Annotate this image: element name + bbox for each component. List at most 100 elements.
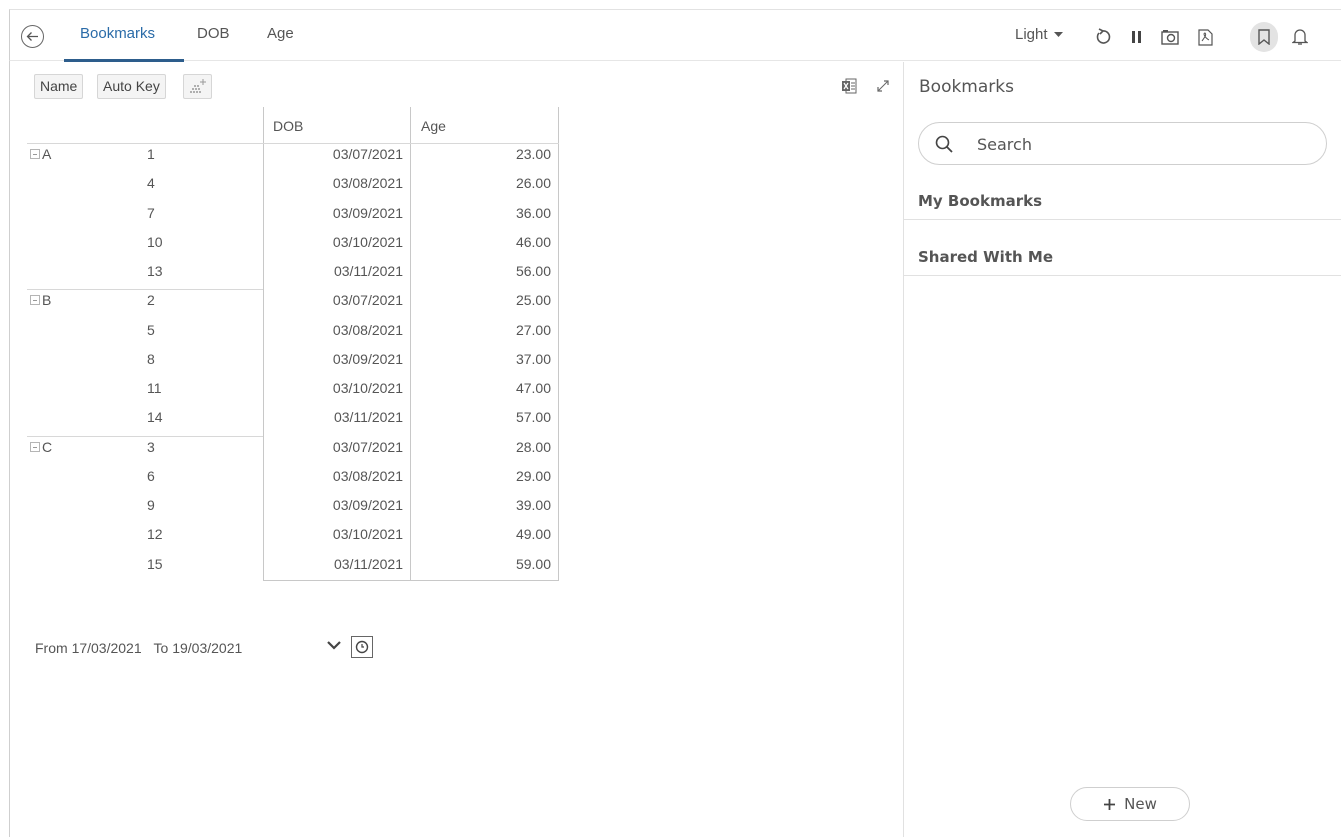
from-label: From (35, 640, 68, 656)
left-frame-border (9, 61, 10, 837)
pause-icon (1132, 31, 1141, 43)
snapshot-icon (1161, 30, 1179, 45)
dob-cell: 03/08/2021 (332, 467, 403, 484)
to-date[interactable]: 19/03/2021 (172, 640, 242, 656)
group-label: C (42, 438, 53, 455)
section-my-bookmarks[interactable]: My Bookmarks (904, 180, 1341, 220)
row-key-cell: 14 (147, 409, 163, 426)
bookmarks-button[interactable] (1251, 24, 1277, 50)
row-key-cell: 13 (147, 263, 163, 279)
age-cell: 36.00 (515, 204, 551, 221)
group-divider (27, 435, 263, 437)
dob-cell: 03/09/2021 (332, 204, 403, 221)
pause-button[interactable] (1124, 24, 1150, 50)
chevron-down-icon (327, 641, 341, 650)
age-cell: 26.00 (515, 175, 551, 192)
name-chip[interactable]: Name (34, 74, 84, 99)
theme-label: Light (1015, 26, 1048, 43)
section-shared-with-me[interactable]: Shared With Me (904, 236, 1341, 276)
age-cell: 47.00 (515, 380, 551, 396)
from-date[interactable]: 17/03/2021 (72, 640, 142, 656)
back-button[interactable] (21, 25, 44, 48)
dob-cell: 03/09/2021 (332, 350, 403, 367)
age-cell: 37.00 (515, 350, 551, 367)
age-cell: 28.00 (515, 438, 551, 455)
section-label: My Bookmarks (918, 192, 1042, 210)
row-key-cell: 6 (147, 467, 155, 484)
expand-icon (877, 80, 889, 92)
plus-icon (1104, 798, 1116, 810)
to-label: To (153, 640, 169, 656)
dob-cell: 03/11/2021 (333, 263, 403, 279)
scatter-sparkle-icon (190, 79, 206, 93)
group-header[interactable]: A (30, 146, 51, 162)
age-cell: 59.00 (515, 555, 551, 572)
table-frame (263, 107, 559, 581)
refresh-button[interactable] (1090, 24, 1116, 50)
date-range-dropdown[interactable] (326, 638, 342, 655)
theme-dropdown[interactable]: Light (1015, 26, 1063, 43)
group-divider (27, 289, 263, 291)
date-range: From 17/03/2021 To 19/03/2021 (35, 640, 242, 656)
row-key-cell: 3 (147, 438, 155, 455)
row-key-cell: 4 (147, 175, 155, 192)
time-picker-button[interactable] (351, 636, 373, 658)
row-key-cell: 7 (147, 204, 155, 221)
caret-down-icon (1053, 32, 1063, 38)
notifications-button[interactable] (1287, 24, 1313, 50)
clock-icon (355, 640, 369, 654)
dob-cell: 03/10/2021 (332, 380, 403, 396)
dob-cell: 03/10/2021 (332, 233, 403, 250)
snapshot-button[interactable] (1157, 24, 1183, 50)
age-cell: 57.00 (515, 409, 551, 426)
dob-cell: 03/07/2021 (332, 438, 403, 455)
excel-export-button[interactable] (841, 78, 857, 97)
group-header[interactable]: C (30, 439, 52, 455)
group-label: A (42, 146, 52, 162)
refresh-icon (1096, 28, 1111, 44)
age-cell: 49.00 (515, 526, 551, 543)
tab-bookmarks[interactable]: Bookmarks (80, 25, 155, 42)
age-cell: 23.00 (515, 146, 551, 162)
excel-icon (842, 78, 857, 94)
expand-button[interactable] (875, 78, 891, 97)
add-chip-button[interactable] (183, 74, 212, 99)
collapse-icon[interactable] (30, 441, 40, 452)
collapse-icon[interactable] (30, 295, 40, 306)
search-box[interactable] (918, 122, 1327, 165)
dob-cell: 03/11/2021 (333, 555, 403, 572)
age-cell: 46.00 (515, 233, 551, 250)
row-key-cell: 2 (147, 292, 155, 309)
new-bookmark-button[interactable]: New (1070, 787, 1190, 821)
dob-cell: 03/09/2021 (332, 497, 403, 513)
arrow-left-icon (26, 32, 38, 41)
new-label: New (1124, 795, 1157, 813)
dob-cell: 03/08/2021 (332, 175, 403, 192)
search-input[interactable] (975, 133, 1305, 155)
group-label: B (42, 292, 52, 309)
row-key-cell: 15 (147, 555, 163, 572)
dob-cell: 03/07/2021 (332, 292, 403, 309)
table-column-divider (410, 107, 411, 581)
search-icon (935, 135, 953, 153)
pdf-export-button[interactable] (1192, 24, 1218, 50)
row-key-cell: 9 (147, 497, 155, 513)
top-bar: Bookmarks DOB Age Light (9, 9, 1341, 62)
auto-key-chip[interactable]: Auto Key (97, 74, 166, 99)
section-label: Shared With Me (918, 248, 1053, 266)
age-cell: 56.00 (515, 263, 551, 279)
tab-dob[interactable]: DOB (197, 25, 230, 42)
tab-age[interactable]: Age (267, 25, 294, 42)
age-cell: 39.00 (515, 497, 551, 513)
age-cell: 25.00 (515, 292, 551, 309)
row-key-cell: 12 (147, 526, 163, 543)
group-header[interactable]: B (30, 292, 51, 308)
bookmark-icon (1258, 29, 1270, 45)
column-header-age[interactable]: Age (421, 118, 446, 134)
dob-cell: 03/10/2021 (332, 526, 403, 543)
column-header-dob[interactable]: DOB (273, 118, 303, 134)
row-key-cell: 8 (147, 350, 155, 367)
active-tab-indicator (64, 59, 184, 62)
collapse-icon[interactable] (30, 149, 40, 159)
dob-cell: 03/11/2021 (333, 409, 403, 426)
